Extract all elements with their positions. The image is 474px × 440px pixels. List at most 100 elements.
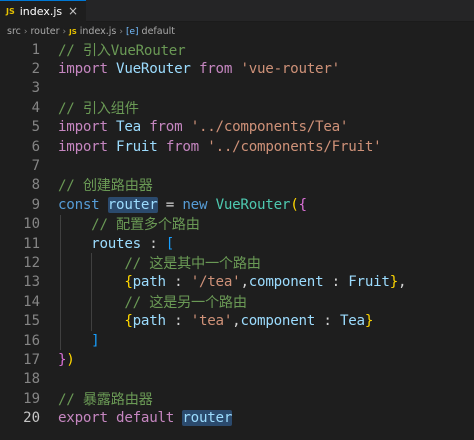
code-token: [ <box>165 235 175 252</box>
code-line[interactable]: 7 <box>0 156 474 175</box>
code-token: from <box>165 138 199 155</box>
tab-label: index.js <box>19 5 63 18</box>
code-text: routes : [ <box>58 236 174 252</box>
code-line[interactable]: 5 import Tea from '../components/Tea' <box>0 118 474 137</box>
indent-guide <box>60 214 61 351</box>
code-token: { <box>124 274 133 291</box>
code-line[interactable]: 3 <box>0 79 474 98</box>
code-token: default <box>116 410 175 427</box>
code-line[interactable]: 18 <box>0 370 474 389</box>
code-token: import <box>58 138 108 155</box>
code-line[interactable]: 9 const router = new VueRouter({ <box>0 195 474 214</box>
code-token: path <box>132 313 166 330</box>
line-number: 19 <box>23 390 40 407</box>
code-line[interactable]: 2 import VueRouter from 'vue-router' <box>0 59 474 78</box>
code-text: import VueRouter from 'vue-router' <box>58 61 340 77</box>
code-line[interactable]: 20 export default router <box>0 409 474 428</box>
code-token: Fruit <box>348 274 390 291</box>
line-number: 6 <box>31 138 40 155</box>
code-text: const router = new VueRouter({ <box>58 196 307 213</box>
code-token: // 配置多个路由 <box>91 217 200 234</box>
code-editor[interactable]: 1 // 引入VueRouter 2 import VueRouter from 'v… <box>0 40 474 440</box>
breadcrumb-item-symbol[interactable]: default <box>142 26 175 37</box>
symbol-variable-icon: [e] <box>125 26 139 37</box>
code-line[interactable]: 14 // 这是另一个路由 <box>0 292 474 311</box>
line-number: 4 <box>31 99 40 116</box>
code-text: // 暴露路由器 <box>58 389 153 409</box>
line-number: 18 <box>23 371 40 388</box>
editor-tab-bar: JS index.js × <box>0 0 474 22</box>
code-text: // 这是其中一个路由 <box>58 253 261 273</box>
code-token: 'vue-router' <box>240 61 340 78</box>
code-text: }) <box>58 352 75 368</box>
code-token: : <box>165 313 191 330</box>
code-token: Tea <box>116 119 141 136</box>
line-number: 16 <box>23 332 40 349</box>
code-line[interactable]: 1 // 引入VueRouter <box>0 40 474 59</box>
code-token: import <box>58 119 108 136</box>
code-line[interactable]: 6 import Fruit from '../components/Fruit' <box>0 137 474 156</box>
code-token: { <box>298 196 307 213</box>
code-token: path <box>132 274 166 291</box>
line-number: 9 <box>31 196 40 213</box>
code-line[interactable]: 13 {path : '/tea',component : Fruit}, <box>0 273 474 292</box>
code-line[interactable]: 19 // 暴露路由器 <box>0 389 474 408</box>
code-text: // 配置多个路由 <box>58 214 200 234</box>
code-token: export <box>58 410 108 427</box>
code-token: Tea <box>339 313 365 330</box>
code-line[interactable]: 8 // 创建路由器 <box>0 176 474 195</box>
code-text: {path : '/tea',component : Fruit}, <box>58 274 406 290</box>
line-number: 3 <box>31 80 40 97</box>
code-token: '../components/Fruit' <box>207 138 382 155</box>
code-token: routes <box>91 235 141 252</box>
close-icon[interactable]: × <box>68 4 78 18</box>
code-line[interactable]: 15 {path : 'tea',component : Tea} <box>0 312 474 331</box>
code-text: import Tea from '../components/Tea' <box>58 119 348 135</box>
code-token: Fruit <box>116 138 158 155</box>
breadcrumb-item-src[interactable]: src <box>7 26 21 37</box>
breadcrumb: src › router › JS index.js › [e] default <box>0 23 474 40</box>
code-token: 'tea' <box>190 313 233 330</box>
code-token: '/tea' <box>190 274 241 291</box>
code-text: // 引入VueRouter <box>58 40 186 60</box>
chevron-right-icon: › <box>23 26 28 37</box>
line-number: 17 <box>23 352 40 369</box>
code-token: '../components/Tea' <box>190 119 349 136</box>
code-token: ) <box>66 352 75 369</box>
code-token: router <box>107 196 158 213</box>
code-text: // 创建路由器 <box>58 175 153 195</box>
line-number: 7 <box>31 158 40 175</box>
code-token: , <box>398 274 407 291</box>
line-number: 10 <box>23 216 40 233</box>
code-line[interactable]: 17}) <box>0 350 474 369</box>
code-line[interactable]: 10 // 配置多个路由 <box>0 215 474 234</box>
code-token: const <box>58 196 100 213</box>
javascript-file-icon: JS <box>6 7 15 16</box>
line-number: 15 <box>23 313 40 330</box>
code-line[interactable]: 12 // 这是其中一个路由 <box>0 253 474 272</box>
code-token: = <box>157 196 183 213</box>
code-token: component <box>240 313 316 330</box>
tab-index-js[interactable]: JS index.js × <box>0 0 86 22</box>
code-line[interactable]: 4 // 引入组件 <box>0 98 474 117</box>
code-text: export default router <box>58 410 232 427</box>
code-token: new <box>182 196 208 213</box>
code-token: : <box>323 274 349 291</box>
line-number: 1 <box>31 41 40 58</box>
breadcrumb-item-router[interactable]: router <box>30 26 59 37</box>
line-number: 14 <box>23 293 40 310</box>
code-token: VueRouter <box>116 61 191 78</box>
code-token: // 这是另一个路由 <box>124 294 247 311</box>
code-token: , <box>240 274 249 291</box>
code-text: import Fruit from '../components/Fruit' <box>58 138 382 155</box>
code-line[interactable]: 11 routes : [ <box>0 234 474 253</box>
code-line[interactable]: 16 ] <box>0 331 474 350</box>
breadcrumb-item-file[interactable]: index.js <box>80 26 117 37</box>
